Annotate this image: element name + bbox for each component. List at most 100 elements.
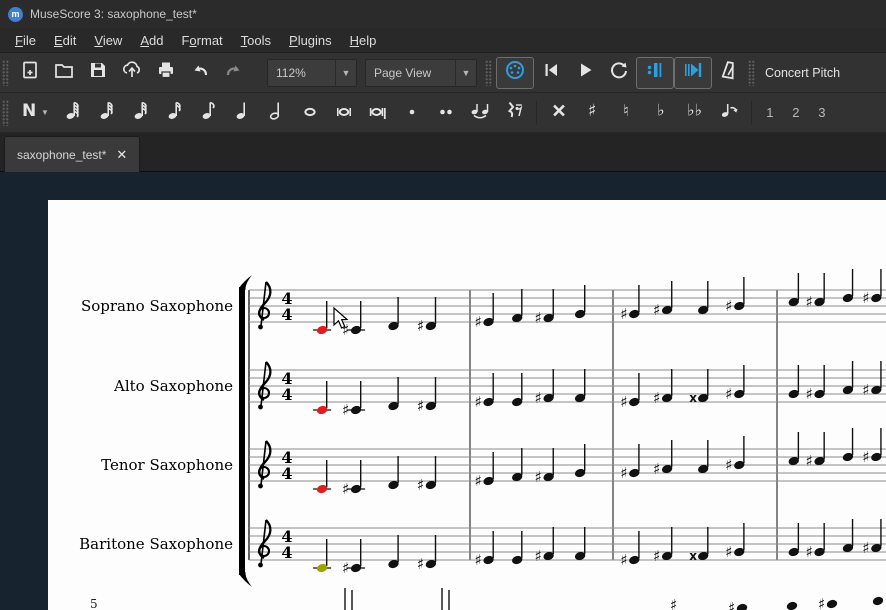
toolbar-grip[interactable] xyxy=(2,100,9,126)
toolbar-grip[interactable] xyxy=(2,60,9,86)
svg-text:♯: ♯ xyxy=(342,559,349,577)
open-file-button[interactable] xyxy=(47,57,81,89)
save-online-button[interactable] xyxy=(115,57,149,89)
midi-input-icon xyxy=(504,59,526,86)
note-32nd-button[interactable] xyxy=(123,97,157,129)
note-half-button[interactable] xyxy=(259,97,293,129)
note-half-icon xyxy=(265,99,287,126)
svg-text:♯: ♯ xyxy=(588,101,596,121)
note-16th-icon xyxy=(163,99,185,126)
menu-help[interactable]: Help xyxy=(341,31,386,50)
play-button[interactable] xyxy=(568,57,602,89)
svg-text:♯: ♯ xyxy=(725,385,732,403)
svg-text:x: x xyxy=(689,549,697,563)
augmentation-dot-button[interactable] xyxy=(395,97,429,129)
svg-text:♯: ♯ xyxy=(806,293,813,311)
svg-text:♯: ♯ xyxy=(417,317,424,335)
note-64th-button[interactable] xyxy=(89,97,123,129)
redo-button[interactable] xyxy=(217,57,251,89)
play-repeats-button[interactable] xyxy=(636,57,674,89)
note-breve-button[interactable] xyxy=(327,97,361,129)
svg-text:♯: ♯ xyxy=(862,539,869,557)
natural-button[interactable]: ♮ xyxy=(610,97,644,129)
voice-1-button[interactable]: 1 xyxy=(757,105,783,120)
svg-text:♭♭: ♭♭ xyxy=(687,101,702,120)
note-longa-icon xyxy=(367,99,389,126)
pan-score-button[interactable] xyxy=(674,57,712,89)
voice-2-button[interactable]: 2 xyxy=(783,105,809,120)
loop-playback-button[interactable] xyxy=(602,57,636,89)
note-input-icon: N xyxy=(18,99,42,126)
rewind-button[interactable] xyxy=(534,57,568,89)
svg-text:♯: ♯ xyxy=(806,452,813,470)
note-input-chevron-icon[interactable]: ▼ xyxy=(41,108,49,117)
double-flat-button[interactable]: ♭♭ xyxy=(678,97,712,129)
zoom-combobox[interactable]: 112%▼ xyxy=(267,59,357,87)
svg-text:4: 4 xyxy=(281,543,292,562)
play-icon xyxy=(574,59,596,86)
voice-3-button[interactable]: 3 xyxy=(809,105,835,120)
svg-text:♮: ♮ xyxy=(623,101,629,120)
note-whole-button[interactable] xyxy=(293,97,327,129)
title-bar: m MuseScore 3: saxophone_test* xyxy=(0,0,886,28)
tab-close-icon[interactable]: ✕ xyxy=(116,147,127,163)
toolbar-grip[interactable] xyxy=(485,60,492,86)
augmentation-dot-icon xyxy=(401,99,423,126)
svg-text:♯: ♯ xyxy=(862,381,869,399)
flat-button[interactable]: ♭ xyxy=(644,97,678,129)
note-longa-button[interactable] xyxy=(361,97,395,129)
chevron-down-icon[interactable]: ▼ xyxy=(335,60,356,86)
menu-plugins[interactable]: Plugins xyxy=(280,31,341,50)
svg-text:♯: ♯ xyxy=(725,297,732,315)
svg-text:♯: ♯ xyxy=(862,289,869,307)
tie-button[interactable] xyxy=(463,97,497,129)
double-sharp-button[interactable] xyxy=(542,97,576,129)
menu-file[interactable]: File xyxy=(6,31,45,50)
redo-icon xyxy=(223,59,245,86)
svg-text:♯: ♯ xyxy=(653,301,660,319)
rest-button[interactable] xyxy=(497,97,531,129)
svg-text:♯: ♯ xyxy=(725,543,732,561)
svg-text:♯: ♯ xyxy=(342,401,349,419)
chevron-down-icon[interactable]: ▼ xyxy=(455,60,476,86)
score-page[interactable]: Soprano Saxophone44♯♯♯♯♯♯♯♯♯Alto Saxopho… xyxy=(0,172,886,610)
menu-edit[interactable]: Edit xyxy=(45,31,85,50)
svg-text:♯: ♯ xyxy=(535,547,542,565)
svg-text:Alto Saxophone: Alto Saxophone xyxy=(113,377,233,395)
svg-text:♯: ♯ xyxy=(475,313,482,331)
note-128th-button[interactable] xyxy=(55,97,89,129)
new-score-button[interactable] xyxy=(13,57,47,89)
metronome-button[interactable] xyxy=(712,57,746,89)
double-sharp-icon xyxy=(548,99,570,126)
note-quarter-button[interactable] xyxy=(225,97,259,129)
score-tab[interactable]: saxophone_test* ✕ xyxy=(4,136,140,172)
svg-text:Tenor Saxophone: Tenor Saxophone xyxy=(101,456,233,474)
note-8th-button[interactable] xyxy=(191,97,225,129)
menu-add[interactable]: Add xyxy=(131,31,172,50)
menu-format[interactable]: Format xyxy=(172,31,231,50)
save-button[interactable] xyxy=(81,57,115,89)
double-augmentation-dot-button[interactable] xyxy=(429,97,463,129)
undo-button[interactable] xyxy=(183,57,217,89)
double-augmentation-dot-icon xyxy=(435,99,457,126)
flip-direction-button[interactable] xyxy=(712,97,746,129)
view-mode-combobox[interactable]: Page View▼ xyxy=(365,59,477,87)
toolbar-grip[interactable] xyxy=(748,60,755,86)
flat-icon: ♭ xyxy=(650,99,672,126)
svg-text:♯: ♯ xyxy=(475,393,482,411)
print-button[interactable] xyxy=(149,57,183,89)
note-16th-button[interactable] xyxy=(157,97,191,129)
svg-text:♯: ♯ xyxy=(535,389,542,407)
flip-direction-icon xyxy=(717,99,741,126)
zoom-value: 112% xyxy=(268,66,335,80)
undo-icon xyxy=(189,59,211,86)
rest-icon xyxy=(501,99,527,126)
svg-text:♯: ♯ xyxy=(417,476,424,494)
natural-icon: ♮ xyxy=(616,99,638,126)
score-canvas[interactable]: Soprano Saxophone44♯♯♯♯♯♯♯♯♯Alto Saxopho… xyxy=(0,172,886,610)
menu-view[interactable]: View xyxy=(85,31,131,50)
concert-pitch-label: Concert Pitch xyxy=(765,66,840,80)
menu-tools[interactable]: Tools xyxy=(232,31,280,50)
midi-input-button[interactable] xyxy=(496,57,534,89)
sharp-button[interactable]: ♯ xyxy=(576,97,610,129)
